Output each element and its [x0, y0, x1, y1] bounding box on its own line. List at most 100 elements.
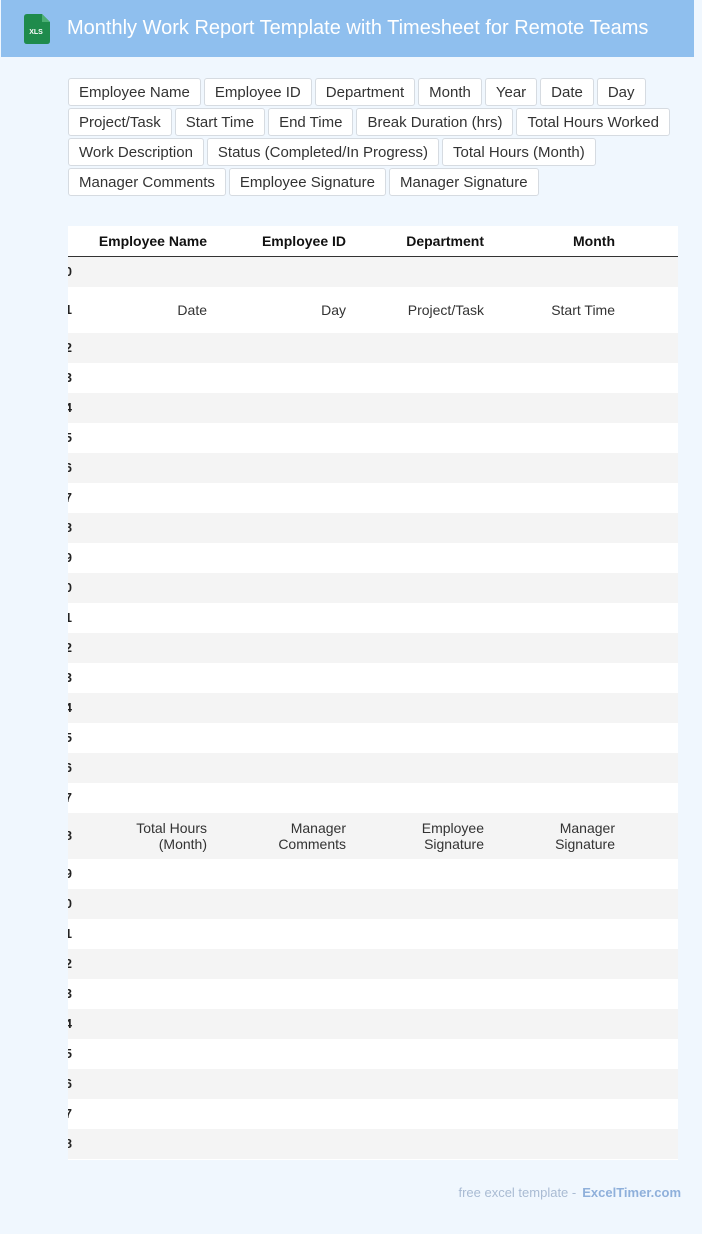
table-row: 0 — [68, 573, 678, 603]
table-row: 8 — [68, 1129, 678, 1159]
row-number: 3 — [68, 370, 72, 385]
table-row: 5 — [68, 423, 678, 453]
row-number: 2 — [68, 340, 72, 355]
table-row: 6 — [68, 453, 678, 483]
row-number: 7 — [68, 790, 72, 805]
table-row: 9 — [68, 543, 678, 573]
table-cell: Date — [177, 302, 207, 318]
table-row: 1 — [68, 603, 678, 633]
table-cell: En Tim — [628, 294, 678, 326]
table-row: 3 — [68, 979, 678, 1009]
row-number: 0 — [68, 896, 72, 911]
field-tag[interactable]: Manager Signature — [388, 168, 539, 196]
row-number: 2 — [68, 640, 72, 655]
row-number: 0 — [68, 264, 72, 279]
table-cell: Project/Task — [407, 302, 484, 318]
field-tag[interactable]: Total Hours Worked — [516, 108, 670, 136]
field-tag[interactable]: Break Duration (hrs) — [356, 108, 514, 136]
xls-file-icon: XLS — [24, 13, 50, 44]
row-number: 2 — [68, 956, 72, 971]
row-number: 8 — [68, 520, 72, 535]
table-row: 7 — [68, 1099, 678, 1129]
table-row: 0 — [68, 889, 678, 919]
field-tag[interactable]: End Time — [268, 108, 354, 136]
table-cell: Total Hours (Month) — [136, 820, 207, 852]
timesheet-table: Employee Name Employee ID Department Month Y… — [68, 226, 678, 1160]
footer-brand-link[interactable]: ExcelTimer.com — [582, 1185, 681, 1200]
row-number: 5 — [68, 430, 72, 445]
table-row: 1 Date Day Project/Task Start Time En Tim — [68, 287, 678, 333]
table-row: 5 — [68, 1039, 678, 1069]
table-row: 2 — [68, 949, 678, 979]
table-row: 7 — [68, 483, 678, 513]
field-tag[interactable]: Total Hours (Month) — [442, 138, 596, 166]
row-number: 6 — [68, 760, 72, 775]
row-number: 1 — [68, 610, 72, 625]
table-row: 4 — [68, 693, 678, 723]
logo-text: XLS — [29, 29, 43, 36]
row-number: 8 — [68, 1136, 72, 1151]
field-tag[interactable]: Project/Task — [68, 108, 172, 136]
field-tag[interactable]: Year — [484, 78, 538, 106]
row-number: 3 — [68, 670, 72, 685]
row-number: 1 — [68, 926, 72, 941]
field-tag[interactable]: Employee Signature — [228, 168, 386, 196]
table-row: 8 Total Hours (Month) Manager Comments Empl… — [68, 813, 678, 859]
table-row: 3 — [68, 663, 678, 693]
table-cell: Manager Comments — [278, 820, 346, 852]
row-number: 4 — [68, 700, 72, 715]
table-header-row: Employee Name Employee ID Department Month Y… — [68, 226, 678, 257]
field-tag[interactable]: Day — [596, 78, 646, 106]
field-tag[interactable]: Employee ID — [203, 78, 312, 106]
field-tag[interactable]: Start Time — [174, 108, 266, 136]
table-row: 9 — [68, 859, 678, 889]
row-number: 4 — [68, 1016, 72, 1031]
row-number: 6 — [68, 1076, 72, 1091]
row-number: 9 — [68, 866, 72, 881]
page-title: Monthly Work Report Template with Timesh… — [67, 17, 649, 39]
table-row: 2 — [68, 633, 678, 663]
table-row: 8 — [68, 513, 678, 543]
row-number: 5 — [68, 1046, 72, 1061]
field-tag[interactable]: Month — [418, 78, 482, 106]
table-cell: Department — [406, 233, 484, 249]
table-row: 6 — [68, 753, 678, 783]
table-row: 4 — [68, 1009, 678, 1039]
row-number: 7 — [68, 490, 72, 505]
table-cell: Start Time — [551, 302, 615, 318]
row-number: 0 — [68, 580, 72, 595]
row-number: 4 — [68, 400, 72, 415]
table-cell: Employee Signature — [421, 820, 484, 852]
table-cell: Employee ID — [261, 233, 346, 249]
table-cell: Day — [321, 302, 346, 318]
row-number: 5 — [68, 730, 72, 745]
table-row: 2 — [68, 333, 678, 363]
table-row: 1 — [68, 919, 678, 949]
field-tag[interactable]: Work Description — [68, 138, 204, 166]
row-number: 3 — [68, 986, 72, 1001]
table-row: 7 — [68, 783, 678, 813]
footer-text: free excel template - — [458, 1185, 577, 1200]
table-cell: Manager Signature — [555, 820, 615, 852]
row-number: 9 — [68, 550, 72, 565]
table-row: 5 — [68, 723, 678, 753]
page: XLS Monthly Work Report Template with Ti… — [0, 0, 702, 1234]
field-tag[interactable]: Date — [540, 78, 594, 106]
field-tag[interactable]: Status (Completed/In Progress) — [206, 138, 440, 166]
table-row: 4 — [68, 393, 678, 423]
field-tag[interactable]: Employee Name — [68, 78, 201, 106]
table-cell: Employee Name — [98, 233, 207, 249]
field-tag[interactable]: Department — [314, 78, 416, 106]
table-cell: Yea — [628, 233, 678, 249]
field-tag[interactable]: Manager Comments — [68, 168, 226, 196]
row-number: 1 — [68, 302, 72, 317]
table-row: 0 — [68, 257, 678, 287]
row-number: 6 — [68, 460, 72, 475]
row-number: 8 — [68, 828, 72, 843]
table-cell: Month — [573, 233, 615, 249]
row-number: 7 — [68, 1106, 72, 1121]
header-bar: XLS Monthly Work Report Template with Ti… — [1, 0, 694, 57]
table-row: 3 — [68, 363, 678, 393]
field-tags: Employee Name Employee ID Department Month Y… — [68, 78, 678, 196]
footer: free excel template - ExcelTimer.com — [458, 1185, 681, 1200]
